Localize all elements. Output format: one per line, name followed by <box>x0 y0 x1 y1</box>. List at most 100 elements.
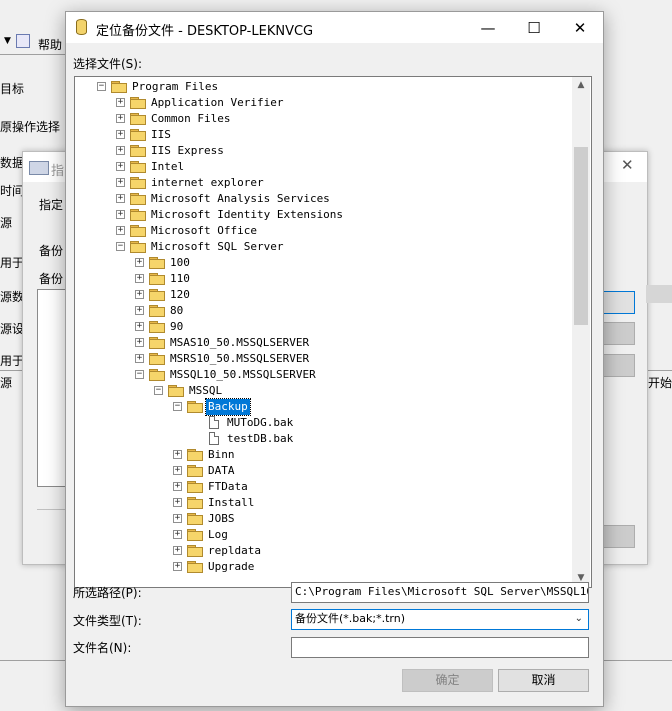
expand-icon[interactable]: + <box>173 498 182 507</box>
file-icon <box>209 416 219 429</box>
tree-node[interactable]: + JOBS <box>75 511 570 527</box>
expand-icon[interactable]: + <box>116 210 125 219</box>
expand-icon[interactable]: + <box>116 194 125 203</box>
folder-icon <box>149 369 166 381</box>
scroll-up-icon[interactable]: ▲ <box>572 77 590 94</box>
expand-icon[interactable]: + <box>173 466 182 475</box>
collapse-icon[interactable]: − <box>154 386 163 395</box>
tree-node-label: internet explorer <box>151 176 264 189</box>
collapse-icon[interactable]: − <box>173 402 182 411</box>
expand-icon[interactable]: + <box>116 178 125 187</box>
expand-icon[interactable]: + <box>135 258 144 267</box>
tree-node[interactable]: + FTData <box>75 479 570 495</box>
tree-node[interactable]: + MSAS10_50.MSSQLSERVER <box>75 335 570 351</box>
expand-icon[interactable]: + <box>135 290 144 299</box>
tree-node[interactable]: + DATA <box>75 463 570 479</box>
folder-icon <box>187 545 204 557</box>
tree-node[interactable]: + Microsoft Identity Extensions <box>75 207 570 223</box>
mid-label-specify: 指定 <box>39 198 64 212</box>
file-type-select[interactable]: 备份文件(*.bak;*.trn) ⌄ <box>291 609 589 630</box>
tree-node[interactable]: + Log <box>75 527 570 543</box>
expand-icon[interactable]: + <box>173 450 182 459</box>
folder-icon <box>130 225 147 237</box>
tree-node[interactable]: + IIS Express <box>75 143 570 159</box>
tree-node[interactable]: + Common Files <box>75 111 570 127</box>
tree-node[interactable]: +100 <box>75 255 570 271</box>
collapse-icon[interactable]: − <box>116 242 125 251</box>
file-name-input[interactable] <box>291 637 589 658</box>
tree-node[interactable]: − MSSQL10_50.MSSQLSERVER <box>75 367 570 383</box>
tree-node[interactable]: + Upgrade <box>75 559 570 575</box>
remove-button[interactable] <box>601 322 635 345</box>
folder-icon <box>130 193 147 205</box>
database-icon <box>76 19 87 35</box>
maximize-button[interactable]: ☐ <box>511 12 557 43</box>
tree-node[interactable]: − MSSQL <box>75 383 570 399</box>
close-button[interactable]: ✕ <box>557 12 603 43</box>
tree-node[interactable]: − Microsoft SQL Server <box>75 239 570 255</box>
scroll-thumb[interactable] <box>574 147 588 325</box>
expand-icon[interactable]: + <box>135 354 144 363</box>
tree-node[interactable]: + Application Verifier <box>75 95 570 111</box>
expand-icon[interactable]: + <box>135 338 144 347</box>
tree-node[interactable]: testDB.bak <box>75 431 570 447</box>
tree-node[interactable]: MUToDG.bak <box>75 415 570 431</box>
divider <box>37 509 67 510</box>
collapse-icon[interactable]: − <box>97 82 106 91</box>
collapse-icon[interactable]: − <box>135 370 144 379</box>
expand-icon[interactable]: + <box>135 322 144 331</box>
tree-node-label: Binn <box>208 448 235 461</box>
tree-node[interactable]: + repldata <box>75 543 570 559</box>
folder-icon <box>130 145 147 157</box>
tree-node-label: Backup <box>205 398 251 416</box>
tree-node[interactable]: − Program Files <box>75 79 570 95</box>
selected-path-field[interactable]: C:\Program Files\Microsoft SQL Server\MS… <box>291 582 589 603</box>
ok-button-mid[interactable] <box>601 525 635 548</box>
tree-scrollbar[interactable]: ▲ ▼ <box>572 77 590 587</box>
expand-icon[interactable]: + <box>116 130 125 139</box>
expand-icon[interactable]: + <box>173 562 182 571</box>
expand-icon[interactable]: + <box>135 306 144 315</box>
cancel-button[interactable]: 取消 <box>498 669 589 692</box>
menu-help[interactable]: 帮助 <box>38 36 62 53</box>
expand-icon[interactable]: + <box>173 482 182 491</box>
expand-icon[interactable]: + <box>173 546 182 555</box>
tree-node[interactable]: − Backup <box>75 398 570 416</box>
expand-icon[interactable]: + <box>135 274 144 283</box>
tree-node-label: IIS <box>151 128 171 141</box>
tree-node[interactable]: + Install <box>75 495 570 511</box>
tree-node-label: MSSQL <box>189 384 223 397</box>
expand-icon[interactable]: + <box>116 146 125 155</box>
maximize-icon: ☐ <box>527 18 541 37</box>
tree-node[interactable]: + Intel <box>75 159 570 175</box>
tree-node[interactable]: +80 <box>75 303 570 319</box>
tree-node[interactable]: + Binn <box>75 447 570 463</box>
expand-icon[interactable]: + <box>116 162 125 171</box>
add-button[interactable] <box>601 291 635 314</box>
ok-button[interactable]: 确定 <box>402 669 493 692</box>
tree-node-label: MUToDG.bak <box>227 416 294 429</box>
tree-node[interactable]: + IIS <box>75 127 570 143</box>
folder-icon <box>130 177 147 189</box>
tree-node[interactable]: +110 <box>75 271 570 287</box>
expand-icon[interactable]: + <box>173 514 182 523</box>
expand-icon[interactable]: + <box>116 114 125 123</box>
tree-node[interactable]: + Microsoft Office <box>75 223 570 239</box>
tree-node[interactable]: + Microsoft Analysis Services <box>75 191 570 207</box>
tree-node[interactable]: +120 <box>75 287 570 303</box>
expand-icon[interactable]: + <box>116 98 125 107</box>
tree-node[interactable]: + MSRS10_50.MSSQLSERVER <box>75 351 570 367</box>
contents-button[interactable] <box>601 354 635 377</box>
tree-node[interactable]: + internet explorer <box>75 175 570 191</box>
file-tree[interactable]: − Program Files + Application Verifier + Comm… <box>74 76 592 588</box>
tree-node-label: Program Files <box>132 80 219 93</box>
tree-node-label: 80 <box>170 304 184 317</box>
expand-icon[interactable]: + <box>116 226 125 235</box>
minimize-button[interactable]: — <box>465 12 511 43</box>
mid-label-backup-location: 备份 <box>39 272 64 286</box>
folder-icon <box>130 129 147 141</box>
close-icon[interactable]: ✕ <box>621 156 634 174</box>
tree-node[interactable]: +90 <box>75 319 570 335</box>
expand-icon[interactable]: + <box>173 530 182 539</box>
folder-icon <box>187 401 204 413</box>
